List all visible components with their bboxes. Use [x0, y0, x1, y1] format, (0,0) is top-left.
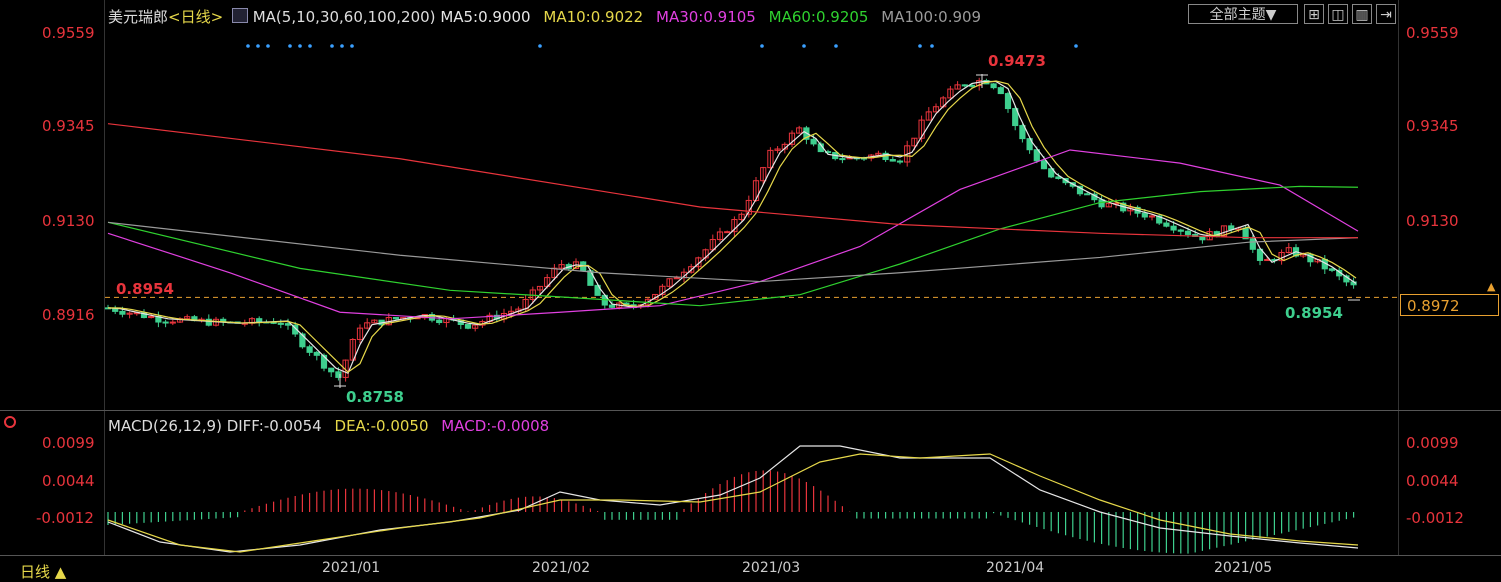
- candle-down: [1004, 93, 1012, 110]
- kline-chart[interactable]: [0, 0, 1501, 580]
- candle-down: [608, 304, 616, 308]
- dashed-level-label: 0.8954: [116, 280, 174, 298]
- recent-low-label: 0.8954: [1285, 304, 1343, 322]
- event-dot: [802, 44, 806, 48]
- event-dot: [246, 44, 250, 48]
- candle-up: [169, 321, 176, 324]
- candle-down: [896, 160, 904, 163]
- event-dot: [256, 44, 260, 48]
- event-dot: [1074, 44, 1078, 48]
- period-toggle[interactable]: 日线 ▲: [20, 561, 66, 582]
- candle-down: [889, 159, 896, 162]
- event-dot: [918, 44, 922, 48]
- candle-up: [673, 277, 680, 280]
- macd-diff: DIFF:-0.0054: [226, 417, 322, 435]
- high-price-label: 0.9473: [988, 52, 1046, 70]
- candle-down: [810, 138, 817, 145]
- candle-down: [392, 317, 400, 320]
- candle-down: [119, 310, 126, 315]
- candle-down: [464, 323, 472, 329]
- candle-down: [1184, 230, 1192, 235]
- candle-down: [1141, 212, 1148, 218]
- candle-down: [1084, 193, 1091, 196]
- date-label: 2021/03: [742, 560, 801, 576]
- candle-down: [256, 318, 263, 323]
- candle-down: [284, 323, 292, 326]
- macd-tick-left: 0.0099: [42, 434, 95, 452]
- macd-legend: MACD(26,12,9) DIFF:-0.0054 DEA:-0.0050 M…: [108, 417, 549, 435]
- macd-tick-left: -0.0012: [36, 509, 94, 527]
- candle-down: [990, 83, 997, 89]
- candle-up: [724, 231, 731, 234]
- event-dot: [266, 44, 270, 48]
- candle-down: [1040, 160, 1048, 170]
- candle-down: [277, 322, 284, 325]
- ma30-line: [107, 149, 1359, 320]
- date-label: 2021/02: [532, 560, 591, 576]
- event-dot: [308, 44, 312, 48]
- candle-down: [997, 87, 1004, 95]
- date-label: 2021/04: [986, 560, 1045, 576]
- event-dot: [538, 44, 542, 48]
- date-label: 2021/01: [322, 560, 381, 576]
- event-dot: [350, 44, 354, 48]
- macd-tick-right: -0.0012: [1406, 509, 1464, 527]
- event-dot: [834, 44, 838, 48]
- low-price-label: 0.8758: [346, 388, 404, 406]
- candle-down: [1055, 176, 1062, 179]
- event-dot: [288, 44, 292, 48]
- candle-down: [1328, 268, 1336, 271]
- macd-tick-right: 0.0099: [1406, 434, 1459, 452]
- candle-down: [1249, 238, 1256, 250]
- candle-down: [306, 346, 313, 353]
- event-dot: [340, 44, 344, 48]
- event-dot: [330, 44, 334, 48]
- candle-down: [961, 84, 968, 87]
- candle-down: [968, 84, 976, 87]
- candle-down: [313, 351, 320, 356]
- macd-settings-icon[interactable]: [4, 416, 16, 428]
- candle-down: [1170, 225, 1177, 231]
- candle-down: [1177, 229, 1184, 232]
- macd-title: MACD(26,12,9): [108, 417, 222, 435]
- macd-value: MACD:-0.0008: [441, 417, 550, 435]
- macd-tick-left: 0.0044: [42, 472, 95, 490]
- candle-down: [436, 319, 443, 324]
- macd-dea: DEA:-0.0050: [334, 417, 429, 435]
- candle-down: [1163, 222, 1170, 227]
- event-dot: [760, 44, 764, 48]
- ma200-line: [107, 123, 1358, 239]
- event-dot: [930, 44, 934, 48]
- candle-down: [162, 321, 169, 324]
- date-label: 2021/05: [1214, 560, 1273, 576]
- candle-down: [328, 367, 335, 373]
- candle-down: [839, 158, 846, 161]
- event-dot: [298, 44, 302, 48]
- macd-tick-right: 0.0044: [1406, 472, 1459, 490]
